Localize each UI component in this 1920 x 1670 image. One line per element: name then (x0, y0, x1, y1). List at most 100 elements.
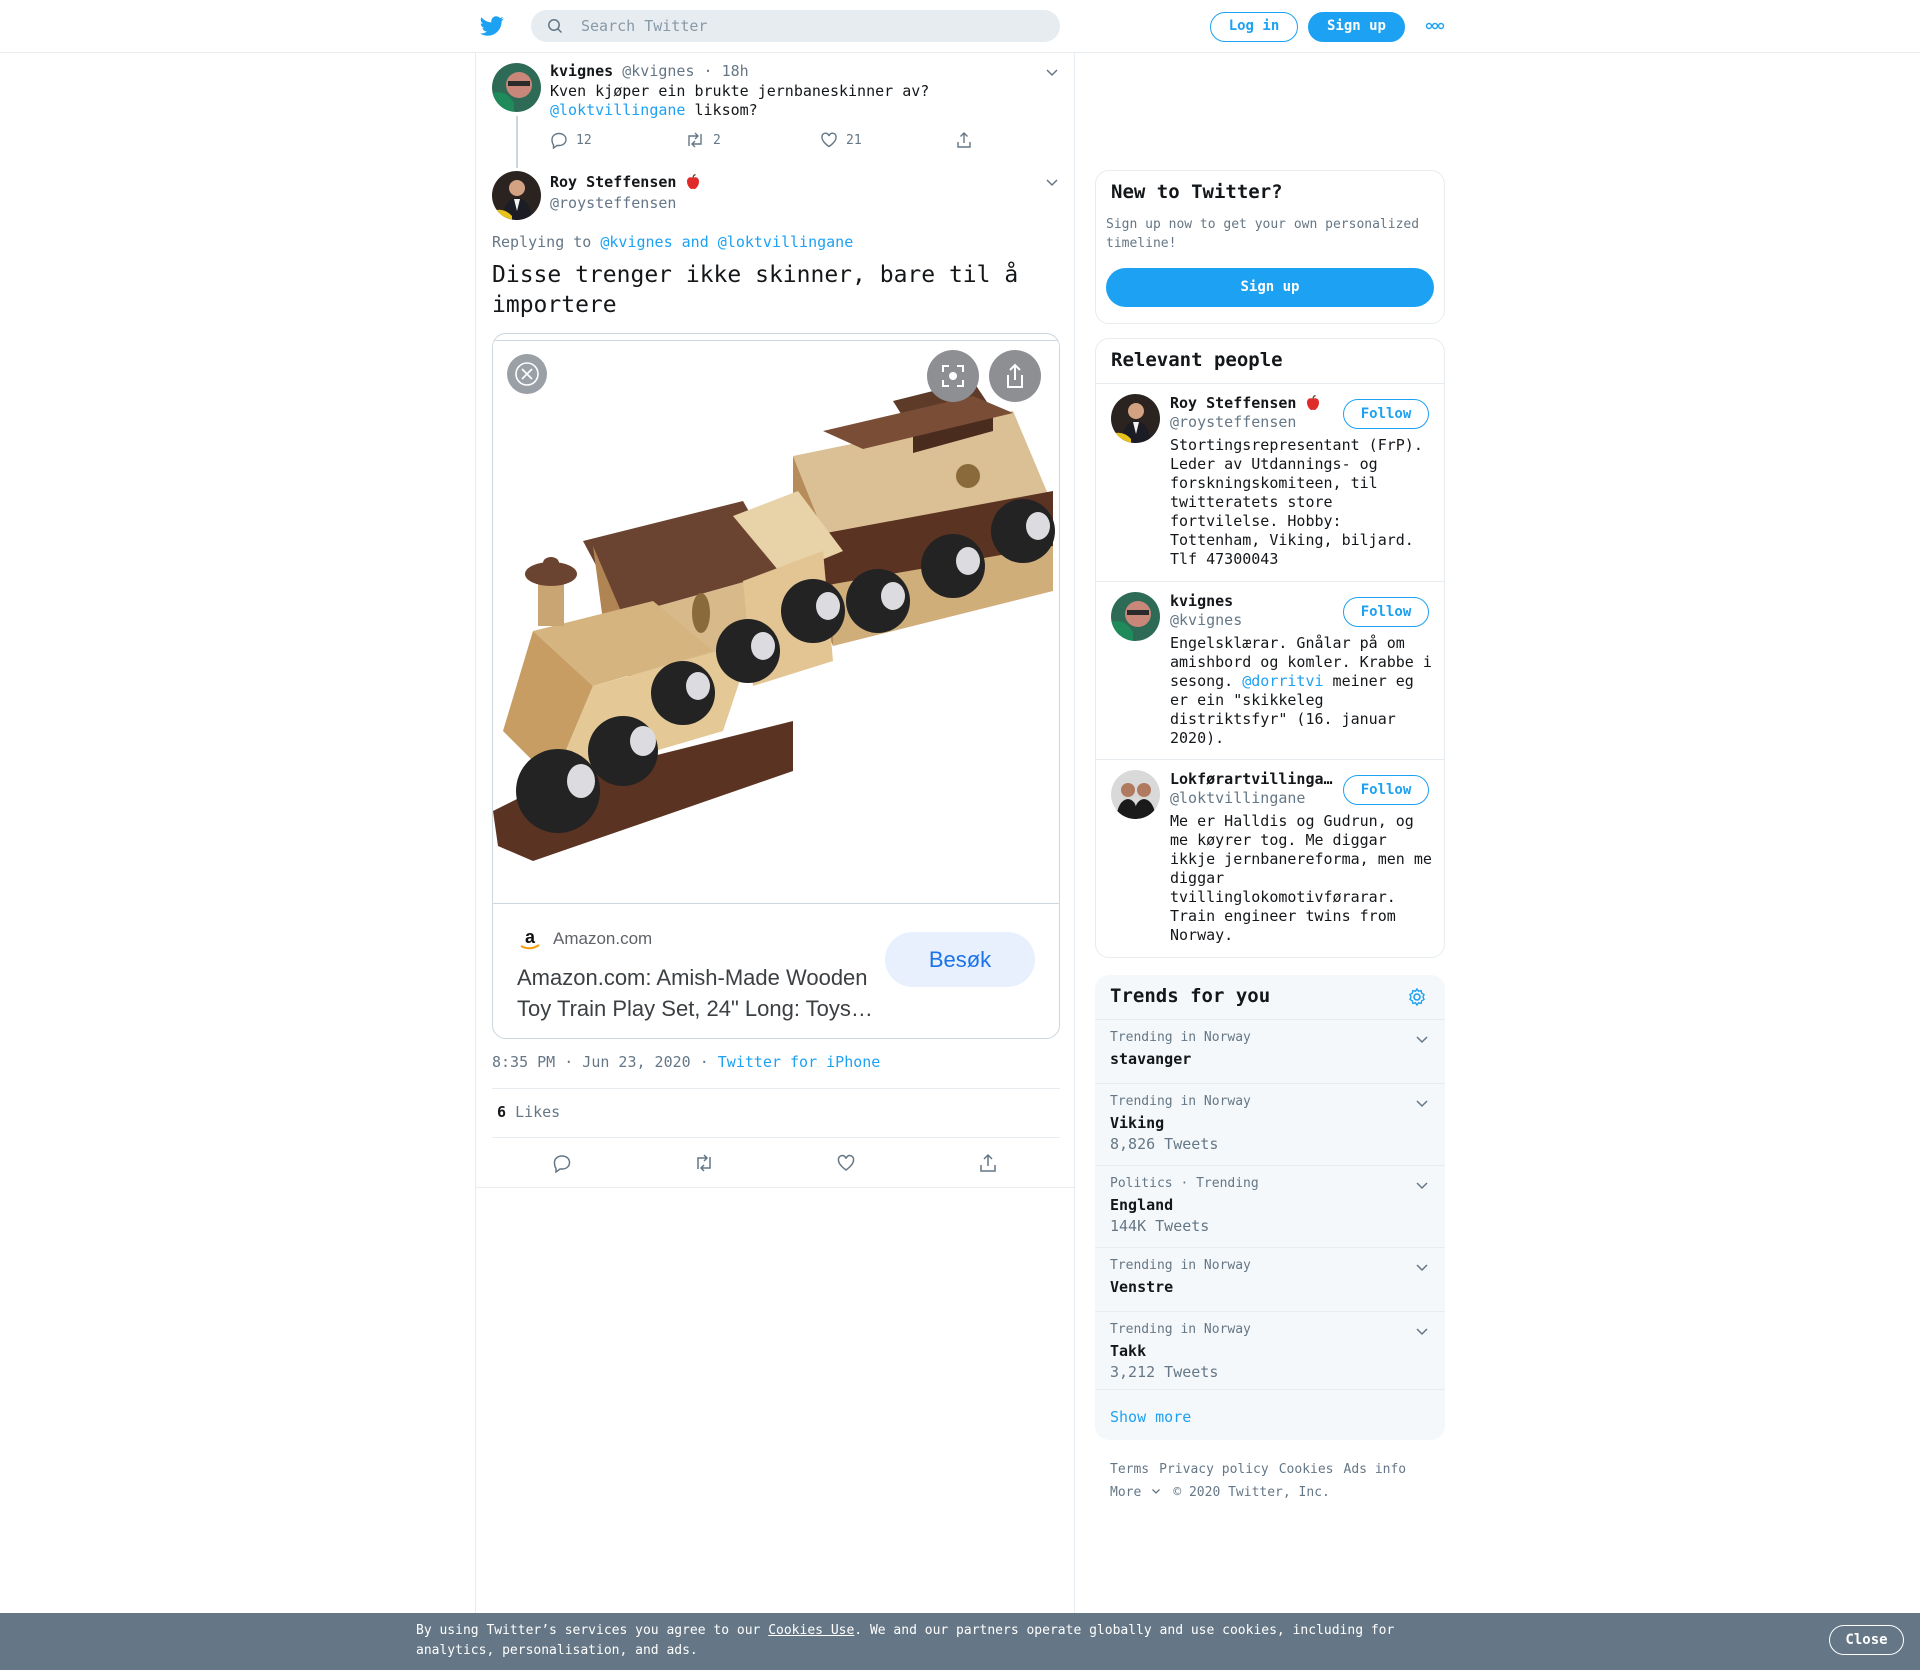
follow-button[interactable]: Follow (1343, 597, 1429, 627)
mention-link[interactable]: @loktvillingane (550, 101, 685, 119)
avatar[interactable] (1111, 592, 1160, 641)
chevron-down-icon[interactable] (1045, 175, 1059, 189)
share-icon (957, 132, 971, 148)
box-title: New to Twitter? (1111, 181, 1283, 203)
trend-name[interactable]: Venstre (1110, 1278, 1173, 1296)
trend-name[interactable]: England (1110, 1196, 1173, 1214)
share-icon[interactable] (978, 1153, 998, 1173)
trend-name[interactable]: Viking (1110, 1114, 1164, 1132)
link-card[interactable]: a Amazon.com Amazon.com: Amish-Made Wood… (492, 333, 1060, 1039)
footer-links: Terms Privacy policy Cookies Ads info More ©… (1110, 1458, 1440, 1504)
avatar[interactable] (492, 171, 541, 220)
footer-cookies-link[interactable]: Cookies (1279, 1462, 1334, 1477)
author-name[interactable]: kvignes (550, 62, 613, 80)
share-button[interactable] (955, 131, 973, 149)
person-item[interactable]: Roy Steffensen @roysteffensen Follow Sto… (1096, 383, 1444, 581)
person-handle[interactable]: @kvignes (1170, 611, 1242, 629)
trend-item[interactable]: Politics · Trending England 144K Tweets (1095, 1165, 1445, 1247)
share-icon (1007, 363, 1023, 388)
mention-link[interactable]: @kvignes (600, 233, 672, 251)
signup-button[interactable]: Sign up (1308, 12, 1405, 42)
mention-link[interactable]: @dorritvi (1242, 672, 1323, 690)
trend-item[interactable]: Trending in Norway Viking 8,826 Tweets (1095, 1083, 1445, 1165)
twitter-logo-icon[interactable] (479, 14, 505, 38)
likes-count: 6 (497, 1103, 507, 1121)
login-button[interactable]: Log in (1210, 12, 1298, 42)
signup-button[interactable]: Sign up (1106, 268, 1434, 307)
search-box[interactable] (531, 10, 1060, 42)
footer-more-button[interactable]: More (1110, 1485, 1161, 1500)
share-button[interactable] (989, 350, 1041, 402)
person-name[interactable]: Lokførartvillinga… (1170, 770, 1333, 788)
follow-button[interactable]: Follow (1343, 775, 1429, 805)
person-handle[interactable]: @roysteffensen (1170, 413, 1296, 431)
trend-count: 8,826 Tweets (1110, 1135, 1219, 1153)
person-bio: Engelsklærar. Gnålar på om amishbord og … (1170, 634, 1432, 748)
trend-item[interactable]: Trending in Norway stavanger (1095, 1019, 1445, 1083)
mention-link[interactable]: @loktvillingane (718, 233, 853, 251)
retweet-icon[interactable] (694, 1153, 714, 1173)
avatar[interactable] (492, 63, 541, 112)
card-title[interactable]: Amazon.com: Amish-Made Wooden Toy Train … (517, 962, 887, 1024)
reply-button[interactable]: 12 (550, 131, 592, 149)
replying-to: Replying to @kvignes and @loktvillingane (492, 233, 853, 251)
reply-icon[interactable] (552, 1153, 572, 1173)
tweet-actions: 12 2 21 (550, 131, 1050, 151)
lens-button[interactable] (927, 350, 979, 402)
like-button[interactable]: 21 (820, 131, 862, 149)
person-name-row: Lokførartvillinga… (1170, 770, 1333, 788)
person-item[interactable]: kvignes @kvignes Follow Engelsklærar. Gn… (1096, 581, 1444, 759)
apple-emoji-icon (687, 173, 700, 189)
cookies-use-link[interactable]: Cookies Use (768, 1623, 854, 1638)
tweet-time[interactable]: · 18h (704, 62, 749, 80)
reply-icon (551, 132, 567, 149)
author-handle[interactable]: @kvignes (622, 62, 694, 80)
trend-name[interactable]: Takk (1110, 1342, 1146, 1360)
close-button[interactable] (507, 354, 547, 394)
heart-icon[interactable] (836, 1153, 856, 1173)
footer-more-label: More (1110, 1485, 1142, 1500)
person-name-row: Roy Steffensen (1170, 394, 1322, 412)
replying-prefix: Replying to (492, 233, 601, 251)
chevron-down-icon[interactable] (1415, 1260, 1429, 1274)
tweet-timestamp[interactable]: 8:35 PM · Jun 23, 2020 · (492, 1053, 709, 1071)
cookie-banner: By using Twitter’s services you agree to… (0, 1613, 1920, 1670)
chevron-down-icon[interactable] (1415, 1096, 1429, 1110)
person-name[interactable]: Roy Steffensen (1170, 394, 1296, 412)
gear-icon[interactable] (1407, 987, 1427, 1007)
more-options-icon[interactable] (1425, 20, 1445, 32)
replying-and: and (672, 233, 718, 251)
avatar[interactable] (1111, 394, 1160, 443)
person-item[interactable]: Lokførartvillinga… @loktvillingane Follo… (1096, 759, 1444, 957)
person-handle[interactable]: @loktvillingane (1170, 789, 1305, 807)
author-name[interactable]: Roy Steffensen (550, 173, 676, 191)
retweet-count: 2 (713, 132, 721, 148)
author-handle[interactable]: @roysteffensen (550, 194, 676, 212)
author-name-row: Roy Steffensen (550, 173, 702, 191)
search-input[interactable] (581, 10, 1041, 42)
person-name[interactable]: kvignes (1170, 592, 1233, 610)
tweet-source[interactable]: Twitter for iPhone (718, 1053, 881, 1071)
close-button[interactable]: Close (1829, 1625, 1904, 1655)
tweet-actions (492, 1138, 1060, 1188)
tweet-text-tail: liksom? (685, 101, 758, 119)
trend-item[interactable]: Trending in Norway Venstre (1095, 1247, 1445, 1311)
footer-terms-link[interactable]: Terms (1110, 1462, 1149, 1477)
retweet-button[interactable]: 2 (685, 131, 721, 149)
retweet-icon (688, 132, 702, 148)
visit-button[interactable]: Besøk (885, 932, 1035, 987)
likes-row[interactable]: 6 Likes (492, 1088, 1060, 1138)
avatar[interactable] (1111, 770, 1160, 819)
trend-item[interactable]: Trending in Norway Takk 3,212 Tweets (1095, 1311, 1445, 1391)
footer-ads-link[interactable]: Ads info (1344, 1462, 1407, 1477)
person-bio: Stortingsrepresentant (FrP). Leder av Ut… (1170, 436, 1423, 568)
show-more-link[interactable]: Show more (1110, 1408, 1191, 1426)
follow-button[interactable]: Follow (1343, 399, 1429, 429)
chevron-down-icon[interactable] (1045, 65, 1059, 79)
chevron-down-icon[interactable] (1415, 1032, 1429, 1046)
footer-privacy-link[interactable]: Privacy policy (1159, 1462, 1269, 1477)
trend-name[interactable]: stavanger (1110, 1050, 1191, 1068)
chevron-down-icon[interactable] (1415, 1178, 1429, 1192)
footer-copyright: © 2020 Twitter, Inc. (1173, 1485, 1330, 1500)
chevron-down-icon[interactable] (1415, 1324, 1429, 1338)
